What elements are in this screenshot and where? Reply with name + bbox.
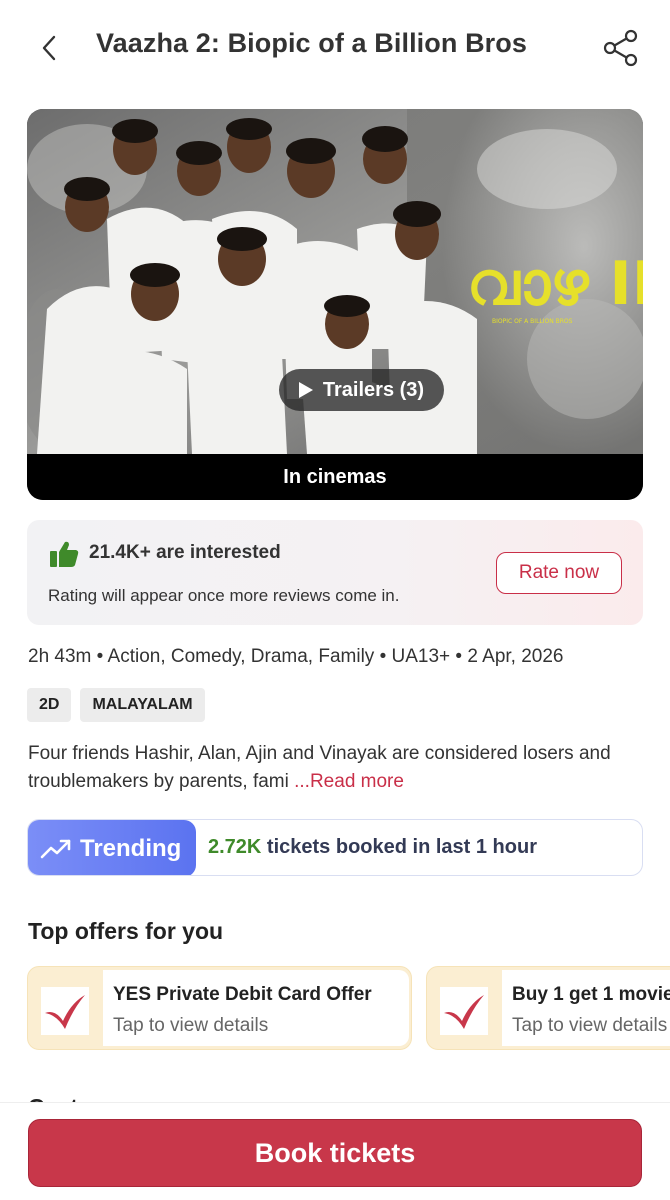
top-bar: Vaazha 2: Biopic of a Billion Bros — [0, 0, 670, 96]
offer-card[interactable]: YES Private Debit Card Offer Tap to view… — [27, 966, 412, 1050]
offer-logo-icon — [41, 987, 89, 1035]
trending-stats: 2.72K tickets booked in last 1 hour — [208, 836, 537, 859]
movie-meta: 2h 43m • Action, Comedy, Drama, Family •… — [28, 646, 564, 667]
movie-logo: വാഴ II — [467, 249, 643, 319]
offers-heading: Top offers for you — [28, 918, 224, 944]
play-icon — [298, 382, 313, 398]
trailers-label: Trailers (3) — [322, 378, 425, 401]
offer-title: Buy 1 get 1 movie — [512, 984, 670, 1005]
release-status-banner: In cinemas — [27, 454, 643, 500]
language-tag: MALAYALAM — [80, 688, 205, 722]
offer-details: YES Private Debit Card Offer Tap to view… — [103, 970, 409, 1046]
bottom-action-bar: Book tickets — [0, 1102, 670, 1200]
format-tag: 2D — [27, 688, 72, 722]
back-button[interactable] — [34, 32, 66, 64]
share-button[interactable] — [602, 28, 640, 68]
rate-now-button[interactable]: Rate now — [496, 552, 622, 594]
interest-card: 21.4K+ are interested Rating will appear… — [27, 520, 643, 625]
offer-logo-icon — [440, 987, 488, 1035]
tickets-text: tickets booked in last 1 hour — [261, 836, 537, 858]
offer-card[interactable]: Buy 1 get 1 movie Tap to view details — [426, 966, 670, 1050]
movie-logo-subtext: BIOPIC OF A BILLION BROS — [492, 318, 573, 325]
offer-title: YES Private Debit Card Offer — [113, 984, 372, 1005]
share-icon — [603, 29, 638, 67]
trending-up-icon — [40, 839, 71, 858]
tickets-count: 2.72K — [208, 836, 262, 858]
offer-subtitle: Tap to view details — [113, 1015, 269, 1036]
interested-count: 21.4K+ are interested — [89, 542, 281, 563]
trending-badge: Trending — [28, 820, 196, 875]
trailers-button[interactable]: Trailers (3) — [279, 369, 444, 411]
format-tags: 2D MALAYALAM — [27, 688, 205, 722]
offer-subtitle: Tap to view details — [512, 1015, 668, 1036]
synopsis: Four friends Hashir, Alan, Ajin and Vina… — [28, 740, 643, 796]
trending-banner: Trending 2.72K tickets booked in last 1 … — [27, 819, 643, 876]
trending-label: Trending — [80, 834, 182, 862]
chevron-left-icon — [42, 35, 56, 61]
page-title: Vaazha 2: Biopic of a Billion Bros — [96, 28, 527, 58]
read-more-link[interactable]: ...Read more — [294, 771, 404, 792]
movie-poster[interactable]: വാഴ II BIOPIC OF A BILLION BROS Trailers… — [27, 109, 643, 500]
rating-note: Rating will appear once more reviews com… — [48, 586, 400, 605]
offers-carousel[interactable]: YES Private Debit Card Offer Tap to view… — [27, 966, 670, 1052]
offer-details: Buy 1 get 1 movie Tap to view details — [502, 970, 670, 1046]
thumbs-up-icon — [50, 541, 79, 567]
book-tickets-button[interactable]: Book tickets — [28, 1119, 642, 1187]
